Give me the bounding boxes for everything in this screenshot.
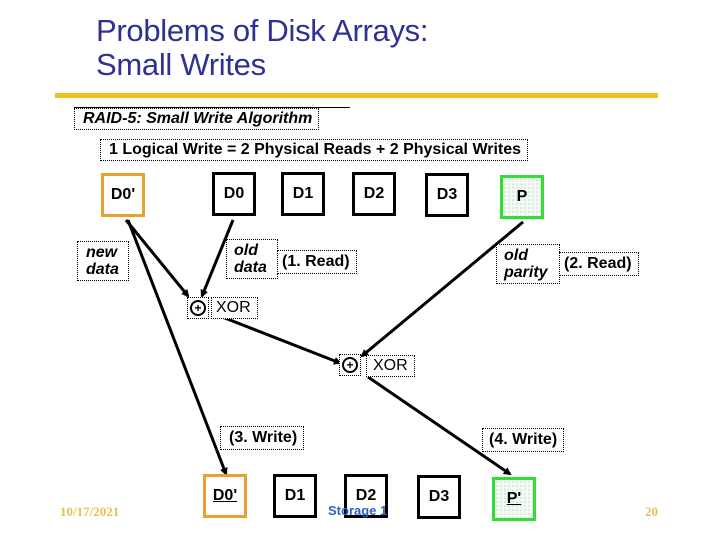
new-data-line2: data [86,261,119,278]
xor-plus-icon: + [190,300,206,316]
new-data-line1: new [86,244,118,261]
footer-date: 10/17/2021 [60,504,120,519]
parity-block-top: P [500,175,544,219]
read-step-2: (2. Read) [559,252,639,276]
slide-number: 20 [645,504,658,519]
arrow-xor2-to-write [367,375,512,476]
xor-label-1: XOR [211,297,258,319]
xor-label-2: XOR [366,355,415,377]
footer-course: Storage 1 [328,503,388,518]
disk-d1-top: D1 [281,172,325,216]
old-parity-label: old parity [496,244,560,284]
parity-block-bottom: P' [492,477,536,521]
old-data-line1: old [234,242,258,259]
write-step-3: (3. Write) [220,426,305,450]
disk-d1-bottom: D1 [273,474,317,518]
old-parity-line1: old [504,247,528,264]
new-data-block-top: D0' [101,173,145,217]
arrow-newdata-to-xor1 [124,219,190,298]
parity-block-bottom-text: P' [506,490,522,507]
new-data-block-bottom-text: D0' [212,487,238,504]
write-step-4: (4. Write) [482,428,565,452]
new-data-block-bottom: D0' [203,474,247,518]
old-parity-line2: parity [504,264,548,281]
read-step-1: (1. Read) [277,250,357,274]
disk-d2-top: D2 [352,172,396,216]
old-data-label: old data [226,239,278,279]
xor-operator-2: + [339,354,361,376]
old-data-line2: data [234,259,267,276]
arrow-oldparity-to-xor2 [360,220,524,358]
disk-d3-top: D3 [425,173,469,217]
xor-operator-1: + [187,297,209,319]
xor-plus-icon: + [342,357,358,373]
disk-d0-top: D0 [212,172,256,216]
arrow-newdata-to-write [126,219,228,476]
disk-d3-bottom: D3 [417,475,461,519]
arrow-xor1-to-xor2 [211,311,342,365]
new-data-label: new data [77,241,129,281]
